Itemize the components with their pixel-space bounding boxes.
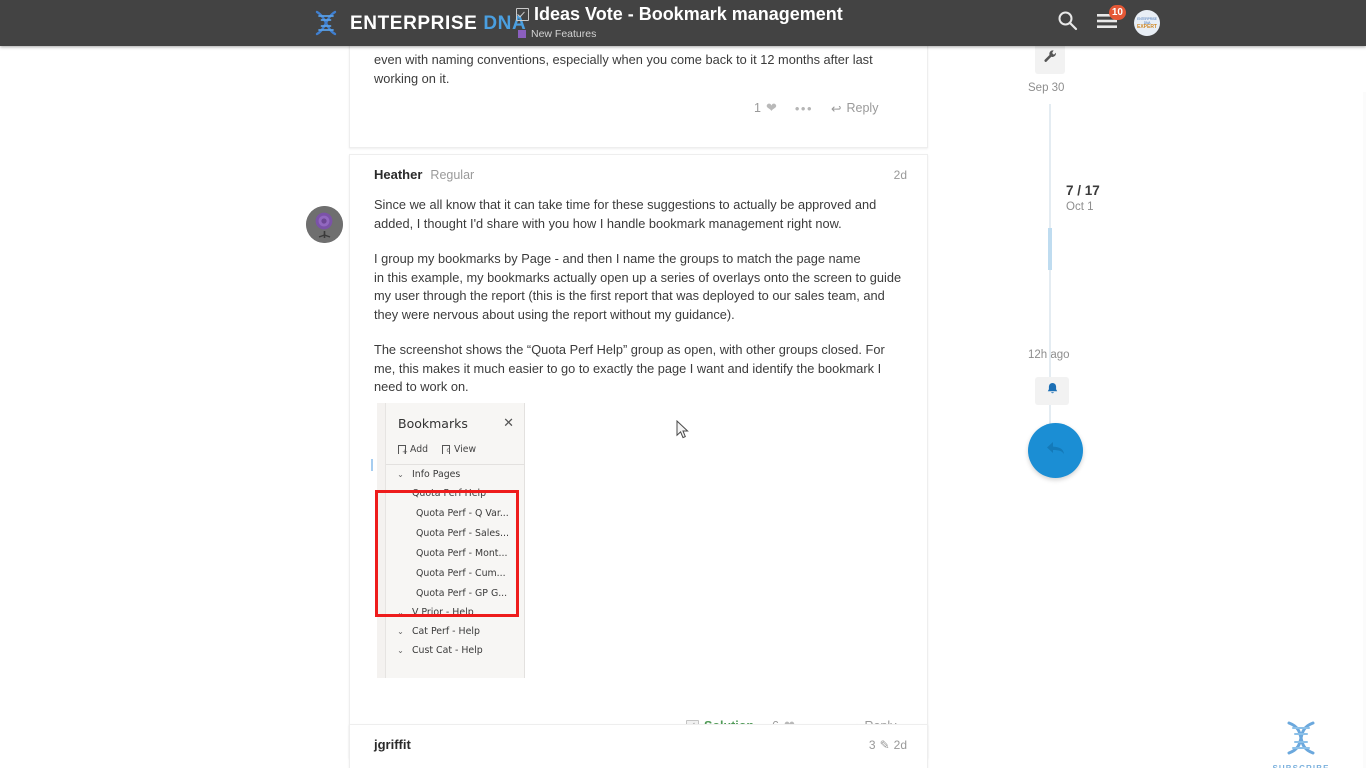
reply-button[interactable]: ↩ Reply [831, 101, 878, 116]
brand-primary: ENTERPRISE [350, 12, 478, 34]
topic-content-area: even with naming conventions, especially… [0, 46, 1366, 768]
post-username[interactable]: jgriffit [374, 737, 411, 752]
post-paragraph-3: The screenshot shows the “Quota Perf Hel… [374, 342, 885, 394]
dna-helix-icon [310, 8, 342, 38]
view-bookmark-icon [442, 444, 451, 455]
close-icon[interactable]: ✕ [503, 417, 514, 430]
image-edge-marker [371, 459, 373, 471]
timeline-start-date: Sep 30 [1028, 82, 1065, 94]
topic-title-row: Ideas Vote - Bookmark management [516, 2, 843, 27]
timeline-current-marker[interactable]: 7 / 17 Oct 1 [1066, 182, 1100, 215]
dna-helix-icon [1278, 721, 1324, 762]
view-label: View [454, 444, 477, 455]
post-user-title: Regular [430, 168, 475, 182]
post-meta: 3 ✎ 2d [869, 738, 907, 752]
bookmarks-panel-screenshot[interactable]: Bookmarks ✕ Add View ⌄ Info Pages ⌃ [377, 403, 525, 678]
group-label: Cust Cat - Help [412, 645, 483, 656]
post-header: Heather Regular 2d [350, 155, 927, 182]
hamburger-menu-button[interactable]: 10 [1094, 5, 1126, 36]
bookmark-group-cust-cat-help[interactable]: ⌄ Cust Cat - Help [386, 641, 524, 660]
top-header-bar: ENTERPRISE DNA Ideas Vote - Bookmark man… [0, 0, 1366, 46]
chevron-down-icon: ⌄ [397, 608, 404, 617]
brand-logo[interactable]: ENTERPRISE DNA [310, 3, 526, 43]
avatar-heather[interactable] [306, 206, 343, 243]
bookmark-item[interactable]: Quota Perf - Cum... [386, 563, 524, 583]
reply-fab-button[interactable] [1028, 423, 1083, 478]
bell-icon [1046, 382, 1059, 401]
bookmarks-panel-header: Bookmarks ✕ [386, 403, 524, 431]
add-label: Add [410, 444, 428, 455]
page-title: Ideas Vote - Bookmark management [534, 4, 843, 24]
post-timestamp[interactable]: 2d [894, 168, 907, 182]
bookmark-group-quota-perf-help[interactable]: ⌃ Quota Perf Help [386, 484, 524, 503]
group-label: Quota Perf Help [412, 488, 487, 499]
view-bookmark-button[interactable]: View [442, 444, 476, 455]
post-truncated-text: even with naming conventions, especially… [374, 52, 873, 86]
timeline-current-date: Oct 1 [1066, 201, 1094, 213]
topic-category[interactable]: New Features [516, 28, 843, 40]
reply-arrow-icon: ↩ [831, 101, 842, 116]
post-card-previous: even with naming conventions, especially… [349, 46, 928, 148]
chevron-down-icon: ⌄ [397, 470, 404, 479]
chevron-down-icon: ⌄ [397, 646, 404, 655]
bookmark-item[interactable]: Quota Perf - Q Var... [386, 503, 524, 523]
avatar-bottom-text: EXPERT [1136, 23, 1157, 30]
subscribe-label: SUBSCRIBE [1268, 764, 1334, 768]
bookmark-item[interactable]: Quota Perf - Mont... [386, 543, 524, 563]
add-bookmark-icon [398, 444, 408, 456]
subscribe-watermark[interactable]: SUBSCRIBE [1268, 718, 1334, 768]
topic-title-block[interactable]: Ideas Vote - Bookmark management New Fea… [516, 2, 843, 46]
bookmark-group-cat-perf-help[interactable]: ⌄ Cat Perf - Help [386, 622, 524, 641]
like-button[interactable]: 1 ❤ [754, 100, 777, 116]
chevron-down-icon: ⌄ [397, 627, 404, 636]
timeline-thumb[interactable] [1048, 228, 1052, 270]
post-paragraph-2: I group my bookmarks by Page - and then … [374, 251, 902, 322]
group-label: V Prior - Help [412, 607, 474, 618]
edit-count: 3 [868, 738, 876, 752]
more-actions-button[interactable]: ••• [795, 101, 813, 116]
bookmarks-toolbar: Add View [386, 431, 524, 456]
wrench-icon [1043, 49, 1058, 69]
reply-label: Reply [846, 101, 879, 115]
group-label: Info Pages [412, 469, 461, 480]
timeline-track[interactable] [1049, 104, 1051, 476]
solved-checkbox-icon [516, 8, 529, 21]
group-label: Cat Perf - Help [412, 626, 480, 637]
post-body-text: Since we all know that it can take time … [350, 182, 927, 397]
bookmark-item[interactable]: Quota Perf - Sales... [386, 523, 524, 543]
post-actions-previous: 1 ❤ ••• ↩ Reply [754, 100, 878, 116]
bookmark-group-info-pages[interactable]: ⌄ Info Pages [386, 465, 524, 484]
bookmarks-title: Bookmarks [398, 416, 468, 431]
timeline-last-activity: 12h ago [1028, 349, 1070, 361]
topic-admin-button[interactable] [1035, 46, 1065, 74]
timeline-position: 7 / 17 [1066, 183, 1100, 198]
bookmark-item[interactable]: Quota Perf - GP G... [386, 583, 524, 603]
topic-timeline-rail: Sep 30 7 / 17 Oct 1 12h ago [1028, 46, 1148, 768]
pencil-icon: ✎ [879, 738, 890, 752]
notifications-tracking-button[interactable] [1035, 377, 1069, 405]
post-username[interactable]: Heather [374, 167, 422, 182]
ellipsis-icon: ••• [794, 100, 814, 116]
chevron-up-icon: ⌃ [397, 489, 404, 498]
search-icon [1057, 10, 1078, 36]
category-color-dot-icon [518, 30, 526, 38]
post-header: jgriffit 3 ✎ 2d [350, 725, 927, 752]
category-label: New Features [531, 28, 597, 40]
post-card-jgriffit: jgriffit 3 ✎ 2d [349, 724, 928, 768]
reply-arrow-icon [1045, 439, 1067, 462]
notification-badge: 10 [1108, 5, 1126, 20]
user-avatar[interactable]: ENTERPRISE DNA EXPERT [1134, 10, 1160, 36]
like-count: 1 [754, 101, 761, 115]
search-button[interactable] [1054, 10, 1080, 36]
brand-wordmark: ENTERPRISE DNA [350, 14, 526, 33]
post-timestamp[interactable]: 2d [894, 738, 907, 752]
header-actions: 10 ENTERPRISE DNA EXPERT [1054, 0, 1160, 46]
bookmark-group-v-prior-help[interactable]: ⌄ V Prior - Help [386, 603, 524, 622]
post-paragraph-1: Since we all know that it can take time … [374, 197, 877, 231]
add-bookmark-button[interactable]: Add [398, 444, 428, 456]
heart-icon: ❤ [765, 100, 777, 115]
